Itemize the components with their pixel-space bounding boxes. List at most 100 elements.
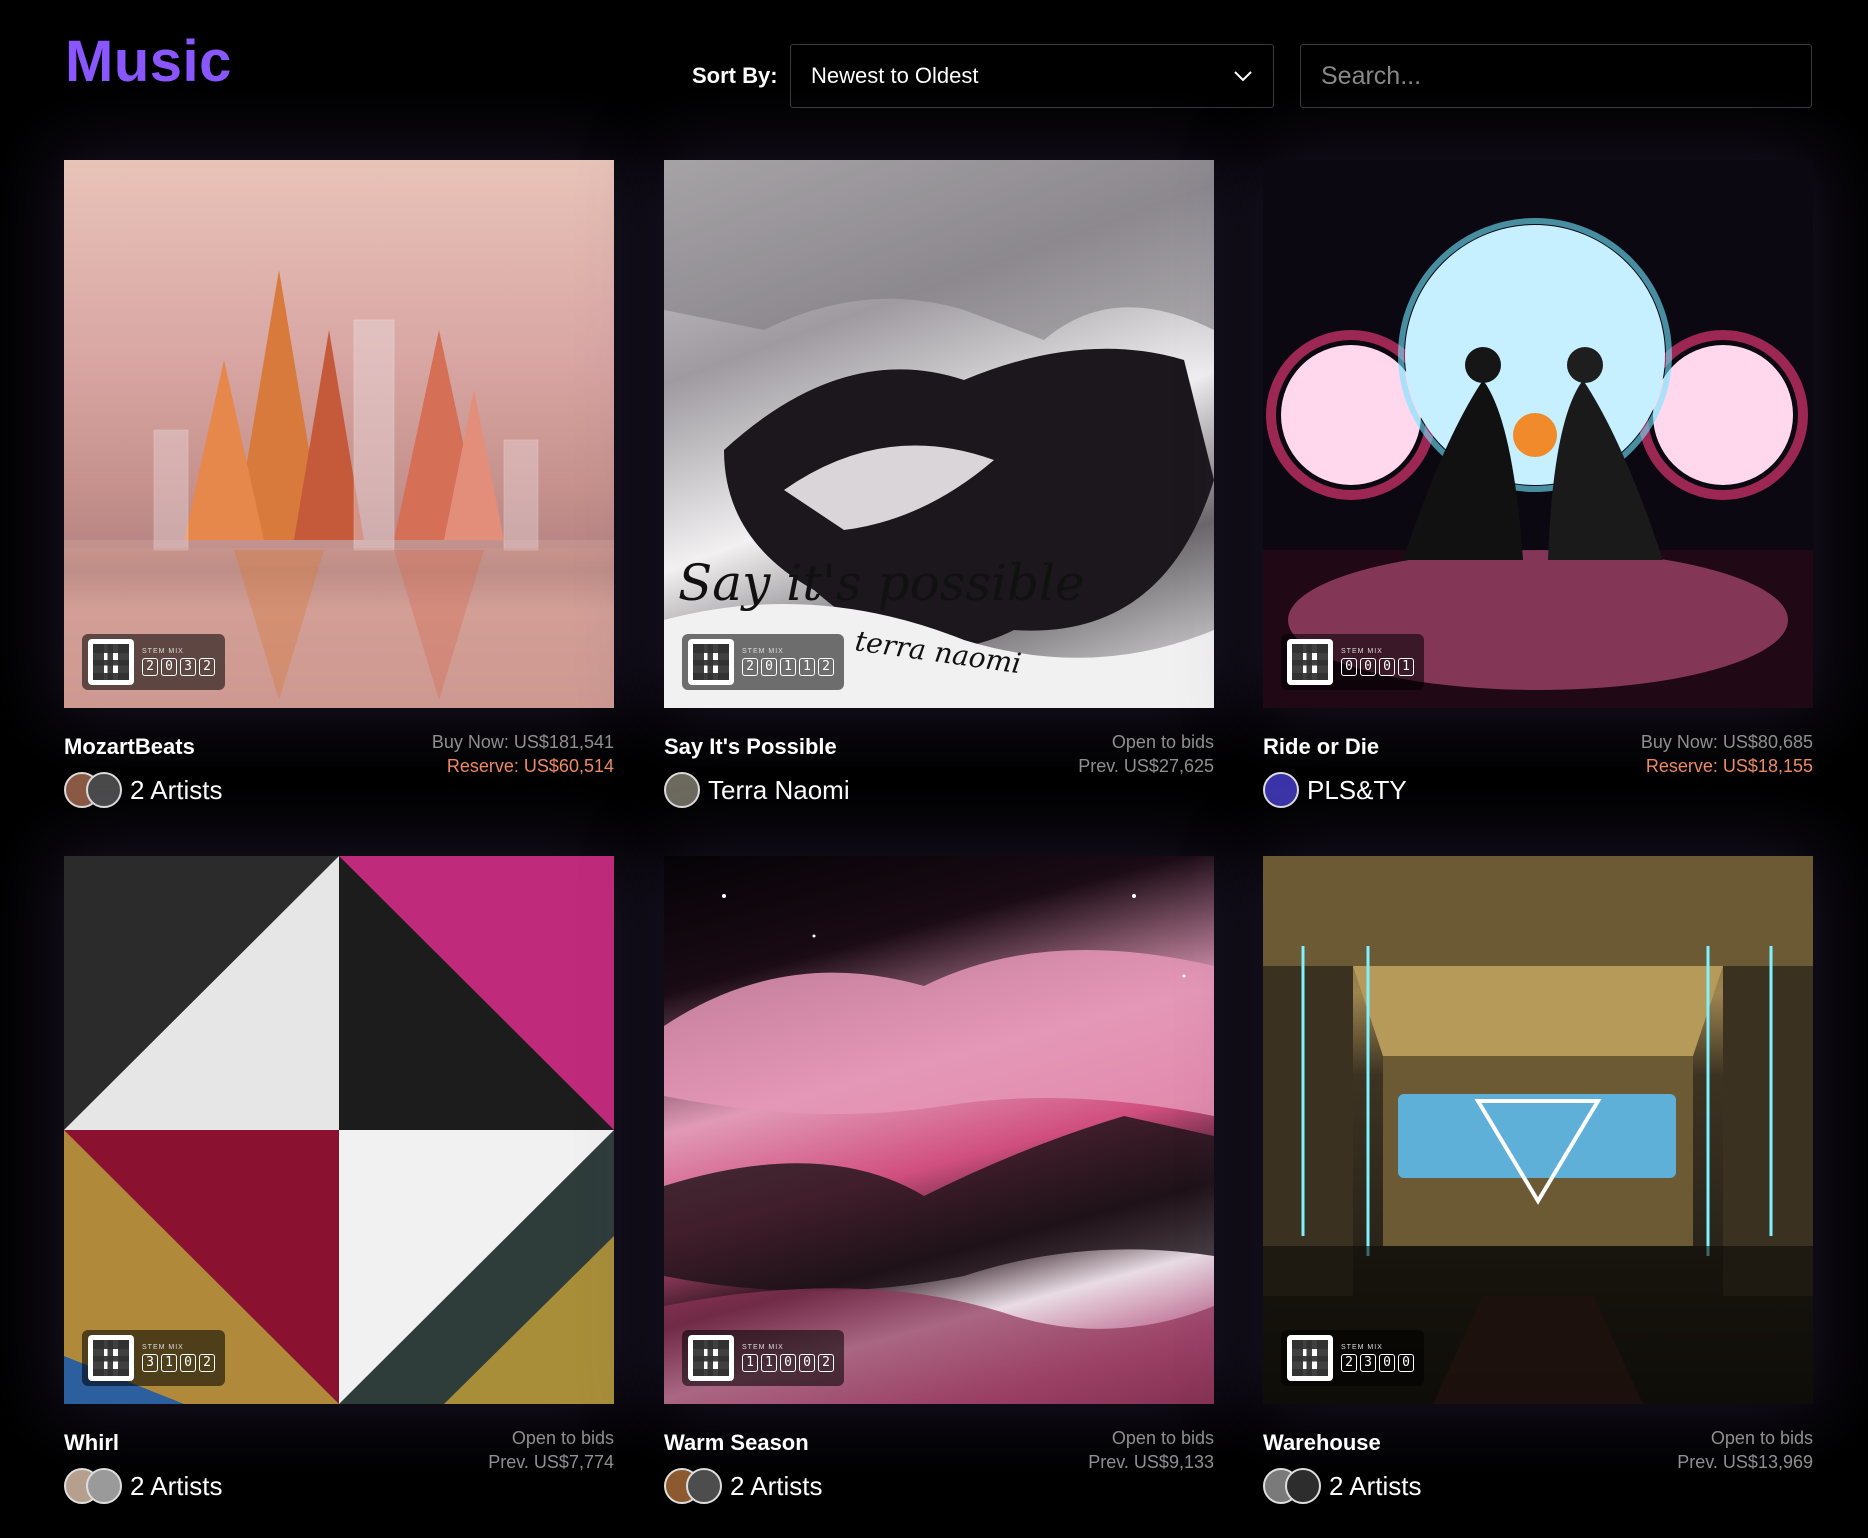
- artwork-image[interactable]: STEM MIX 3 1 0 2: [64, 856, 614, 1404]
- artwork-image[interactable]: STEM MIX 1 1 0 0 2: [664, 856, 1214, 1404]
- badge-digit: 1: [742, 1354, 758, 1372]
- music-card[interactable]: STEM MIX 2 0 3 2 MozartBeats 2 Artists B…: [64, 160, 614, 810]
- artists-link[interactable]: 2 Artists: [1263, 1468, 1421, 1504]
- badge-digits: 2 3 0 0: [1341, 1354, 1414, 1372]
- badge-label: STEM MIX: [1341, 648, 1383, 655]
- artists-link[interactable]: 2 Artists: [664, 1468, 822, 1504]
- stem-mix-badge: STEM MIX 2 0 3 2: [82, 634, 225, 690]
- badge-digit: 2: [818, 1354, 834, 1372]
- track-title[interactable]: Whirl: [64, 1430, 119, 1456]
- badge-digit: 1: [161, 1354, 177, 1372]
- chevron-down-icon: [1234, 71, 1252, 82]
- avatar: [1285, 1468, 1321, 1504]
- price-info: Open to bids Prev. US$13,969: [1677, 1426, 1813, 1474]
- badge-digit: 0: [799, 1354, 815, 1372]
- page-title: Music: [65, 29, 232, 94]
- badge-digit: 0: [1341, 658, 1357, 676]
- price-info: Open to bids Prev. US$9,133: [1088, 1426, 1214, 1474]
- stem-mix-badge: STEM MIX 0 0 0 1: [1281, 634, 1424, 690]
- qr-code-icon: [688, 1335, 734, 1381]
- qr-code-icon: [88, 1335, 134, 1381]
- badge-digit: 1: [799, 658, 815, 676]
- artists-link[interactable]: 2 Artists: [64, 1468, 222, 1504]
- music-card[interactable]: STEM MIX 3 1 0 2 Whirl 2 Artists Open to…: [64, 856, 614, 1506]
- track-title[interactable]: MozartBeats: [64, 734, 195, 760]
- price-info: Buy Now: US$80,685 Reserve: US$18,155: [1641, 730, 1813, 778]
- badge-digit: 2: [142, 658, 158, 676]
- price-line-2: Prev. US$9,133: [1088, 1452, 1214, 1472]
- artwork-sleeping-figure-illustration: Say it's possible terra naomi: [664, 160, 1214, 708]
- artist-name: Terra Naomi: [708, 774, 850, 805]
- badge-label: STEM MIX: [742, 1344, 784, 1351]
- badge-digits: 2 0 1 1 2: [742, 658, 834, 676]
- avatar: [86, 1468, 122, 1504]
- track-title[interactable]: Say It's Possible: [664, 734, 837, 760]
- badge-digit: 2: [1341, 1354, 1357, 1372]
- badge-digit: 1: [780, 658, 796, 676]
- badge-digit: 0: [1379, 658, 1395, 676]
- search-input[interactable]: [1300, 44, 1812, 108]
- music-card[interactable]: STEM MIX 2 3 0 0 Warehouse 2 Artists Ope…: [1263, 856, 1813, 1506]
- price-line-2: Prev. US$7,774: [488, 1452, 614, 1472]
- track-title[interactable]: Warehouse: [1263, 1430, 1381, 1456]
- stem-mix-badge: STEM MIX 2 3 0 0: [1281, 1330, 1424, 1386]
- badge-digit: 3: [180, 658, 196, 676]
- badge-digits: 1 1 0 0 2: [742, 1354, 834, 1372]
- price-line-1: Buy Now: US$80,685: [1640, 732, 1813, 752]
- badge-digit: 0: [161, 658, 177, 676]
- badge-digits: 0 0 0 1: [1341, 658, 1414, 676]
- stem-mix-badge: STEM MIX 3 1 0 2: [82, 1330, 225, 1386]
- artwork-abstract-landscape: [664, 894, 1214, 1404]
- badge-label: STEM MIX: [1341, 1344, 1383, 1351]
- qr-code-icon: [88, 639, 134, 685]
- artists-link[interactable]: PLS&TY: [1263, 772, 1407, 808]
- price-line-2: Reserve: US$18,155: [1645, 756, 1813, 776]
- artists-link[interactable]: 2 Artists: [64, 772, 222, 808]
- badge-label: STEM MIX: [742, 648, 784, 655]
- price-line-1: Open to bids: [1111, 1428, 1214, 1448]
- artwork-image[interactable]: STEM MIX 0 0 0 1: [1263, 160, 1813, 708]
- badge-digit: 2: [199, 1354, 215, 1372]
- artwork-warehouse-neon: [1263, 856, 1813, 1404]
- badge-digit: 2: [199, 658, 215, 676]
- sort-select[interactable]: Newest to Oldest: [790, 44, 1274, 108]
- artist-name: 2 Artists: [1329, 1470, 1422, 1501]
- price-line-2: Prev. US$27,625: [1078, 756, 1214, 776]
- avatar: [686, 1468, 722, 1504]
- music-card[interactable]: Say it's possible terra naomi STEM MIX 2…: [664, 160, 1214, 810]
- qr-code-icon: [1287, 1335, 1333, 1381]
- avatar: [1263, 772, 1299, 808]
- music-card[interactable]: STEM MIX 0 0 0 1 Ride or Die PLS&TY Buy …: [1263, 160, 1813, 810]
- badge-digit: 2: [742, 658, 758, 676]
- badge-digit: 0: [1360, 658, 1376, 676]
- qr-code-icon: [688, 639, 734, 685]
- artwork-image[interactable]: STEM MIX 2 3 0 0: [1263, 856, 1813, 1404]
- artist-name: 2 Artists: [130, 1470, 223, 1501]
- badge-digit: 0: [780, 1354, 796, 1372]
- badge-digit: 3: [1360, 1354, 1376, 1372]
- artist-name: PLS&TY: [1307, 774, 1407, 805]
- badge-label: STEM MIX: [142, 1344, 184, 1351]
- price-info: Buy Now: US$181,541 Reserve: US$60,514: [432, 730, 614, 778]
- artwork-geometric-triangles: [64, 856, 614, 1404]
- track-title[interactable]: Ride or Die: [1263, 734, 1379, 760]
- badge-digit: 2: [818, 658, 834, 676]
- music-page: Music Sort By: Newest to Oldest Search..…: [0, 0, 1868, 1538]
- badge-digit: 0: [180, 1354, 196, 1372]
- price-info: Open to bids Prev. US$27,625: [1078, 730, 1214, 778]
- artist-name: 2 Artists: [730, 1470, 823, 1501]
- artwork-neon-figures-illustration: [1263, 218, 1813, 708]
- artist-name: 2 Artists: [130, 774, 223, 805]
- price-line-1: Open to bids: [1710, 1428, 1813, 1448]
- badge-digits: 3 1 0 2: [142, 1354, 215, 1372]
- artwork-image[interactable]: Say it's possible terra naomi STEM MIX 2…: [664, 160, 1214, 708]
- music-card[interactable]: STEM MIX 1 1 0 0 2 Warm Season 2 Artists: [664, 856, 1214, 1506]
- stem-mix-badge: STEM MIX 2 0 1 1 2: [682, 634, 844, 690]
- price-info: Open to bids Prev. US$7,774: [488, 1426, 614, 1474]
- artwork-image[interactable]: STEM MIX 2 0 3 2: [64, 160, 614, 708]
- artists-link[interactable]: Terra Naomi: [664, 772, 850, 808]
- track-title[interactable]: Warm Season: [664, 1430, 809, 1456]
- price-line-1: Open to bids: [1111, 732, 1214, 752]
- price-line-1: Open to bids: [511, 1428, 614, 1448]
- price-line-1: Buy Now: US$181,541: [431, 732, 614, 752]
